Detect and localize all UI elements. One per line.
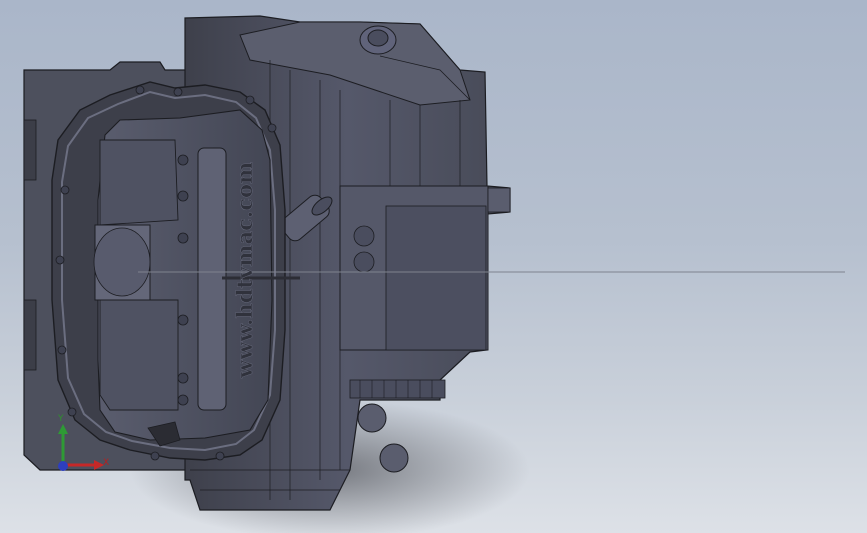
z-axis-dot <box>58 461 68 471</box>
graphics-viewport[interactable]: www.hdtvmac.com Y X <box>0 0 867 533</box>
lower-pulley <box>379 443 409 473</box>
engine-model[interactable]: www.hdtvmac.com <box>0 0 867 533</box>
center-rail <box>197 147 227 411</box>
x-axis-label: X <box>103 458 110 468</box>
cover-text: www.hdtvmac.com <box>232 162 257 379</box>
y-axis-label: Y <box>58 414 64 424</box>
